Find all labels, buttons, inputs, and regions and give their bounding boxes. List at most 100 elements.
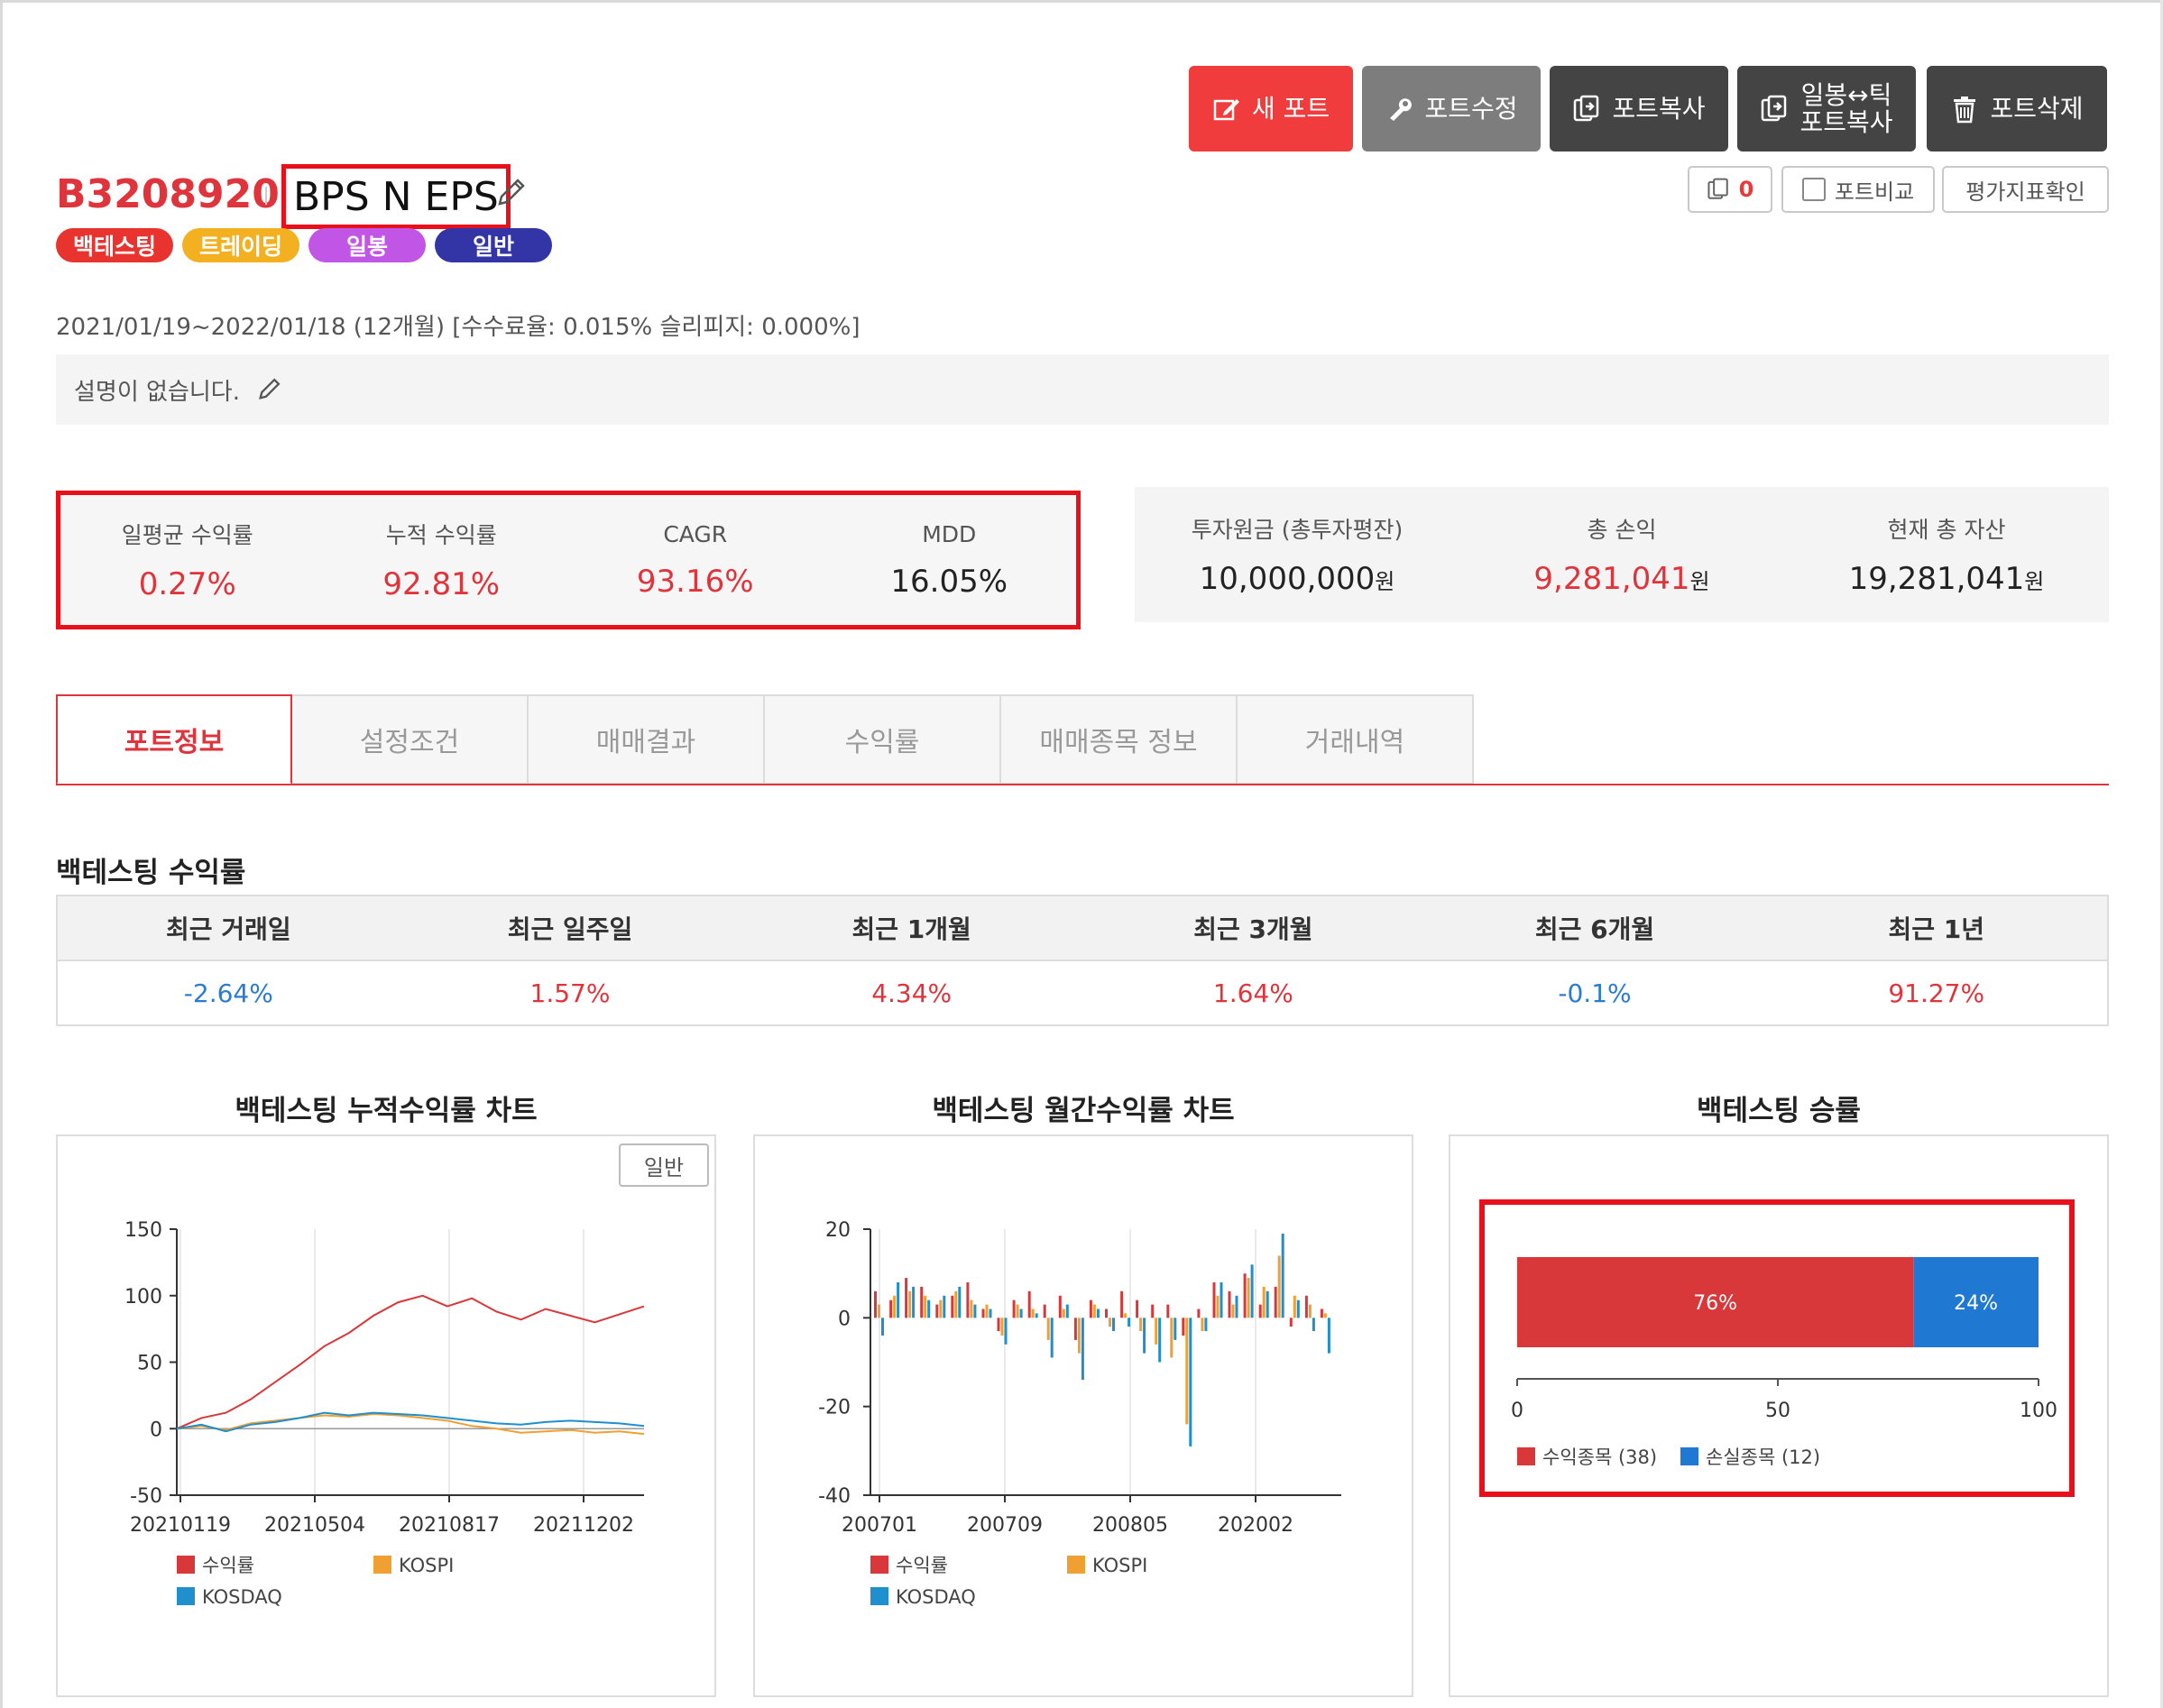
copy-port-label: 포트복사 — [1612, 93, 1706, 124]
value-cell: -2.64% — [183, 978, 273, 1008]
tab-stock-info[interactable]: 매매종목 정보 — [1001, 694, 1238, 785]
stat-value: 9,281,041 — [1533, 561, 1690, 597]
monthly-chart: 200701 200709 200805 202002 20 0 -20 -40 수익률 KOSP… — [818, 1219, 1341, 1608]
badge-list: 백테스팅 트레이딩 일봉 일반 — [56, 228, 552, 262]
bar — [1128, 1318, 1131, 1327]
stat-total-pnl: 총 손익 9,281,041원 — [1459, 487, 1784, 622]
bar — [1027, 1290, 1031, 1318]
bar — [1170, 1318, 1174, 1358]
performance-stats: 일평균 수익률 0.27% 누적 수익률 92.81% CAGR 93.16% … — [56, 491, 1081, 629]
delete-port-label: 포트삭제 — [1990, 93, 2084, 124]
pencil-icon[interactable] — [256, 377, 281, 402]
compare-checkbox[interactable] — [1801, 178, 1826, 201]
x-tick-label: 0 — [1511, 1400, 1523, 1422]
returns-value-row: -2.64% 1.57% 4.34% 1.64% -0.1% 91.27% — [58, 961, 2107, 1024]
edit-port-button[interactable]: 포트수정 — [1362, 66, 1541, 152]
legend-swatch — [1517, 1447, 1535, 1465]
tab-history[interactable]: 거래내역 — [1238, 694, 1474, 785]
segment-label: 76% — [1693, 1292, 1737, 1315]
y-tick-label: -20 — [818, 1397, 851, 1419]
bar — [1019, 1309, 1023, 1318]
bar — [1327, 1318, 1330, 1354]
stat-value: 0.27% — [138, 566, 236, 602]
bar — [927, 1299, 931, 1318]
tab-bar: 포트정보 설정조건 매매결과 수익률 매매종목 정보 거래내역 — [56, 694, 1474, 785]
stat-unit: 원 — [1689, 569, 1710, 594]
metrics-check-button[interactable]: 평가지표확인 — [1942, 166, 2109, 213]
wrench-icon — [1390, 97, 1413, 121]
legend-swatch — [870, 1587, 888, 1605]
value-cell: 91.27% — [1888, 978, 1985, 1008]
daytick-label-line2: 포트복사 — [1799, 106, 1893, 137]
bar — [951, 1295, 954, 1318]
bar — [920, 1286, 924, 1318]
bar — [1281, 1233, 1284, 1318]
legend-label: KOSDAQ — [202, 1586, 282, 1608]
delete-port-button[interactable]: 포트삭제 — [1927, 66, 2107, 152]
bar — [1304, 1295, 1308, 1318]
y-tick-label: 150 — [124, 1219, 162, 1242]
header-cell: 최근 일주일 — [507, 914, 633, 944]
tab-returns[interactable]: 수익률 — [765, 694, 1001, 785]
bar — [1092, 1304, 1096, 1318]
x-tick-label: 50 — [1765, 1400, 1790, 1422]
stat-label: CAGR — [663, 520, 728, 547]
copy-count-button[interactable]: 0 — [1688, 166, 1772, 213]
header-cell: 최근 6개월 — [1534, 914, 1655, 944]
bar — [958, 1286, 962, 1318]
chart-mode-button[interactable]: 일반 — [619, 1143, 709, 1187]
daytick-copy-button[interactable]: 일봉↔틱 포트복사 — [1737, 66, 1916, 152]
stat-value: 10,000,000 — [1199, 561, 1376, 597]
header-cell: 최근 3개월 — [1193, 914, 1313, 944]
copy-count: 0 — [1738, 177, 1754, 202]
bar — [1065, 1304, 1069, 1318]
bar — [935, 1304, 939, 1318]
bar — [1308, 1304, 1312, 1318]
value-cell: -0.1% — [1558, 978, 1632, 1008]
edit-port-label: 포트수정 — [1424, 93, 1518, 124]
compare-label: 포트비교 — [1834, 179, 1915, 205]
stat-daily-avg: 일평균 수익률 0.27% — [60, 495, 315, 625]
y-tick-label: 20 — [825, 1219, 851, 1242]
bar — [1120, 1290, 1124, 1318]
bar — [1151, 1304, 1155, 1318]
copy-port-button[interactable]: 포트복사 — [1550, 66, 1728, 152]
bar — [954, 1290, 958, 1318]
bar — [970, 1299, 973, 1318]
winrate-chart: 76% 24% 0 50 100 수익종목 (38) 손실종목 (12) — [1511, 1257, 2057, 1468]
bar — [1274, 1286, 1277, 1318]
bar — [1262, 1286, 1266, 1318]
stat-label: MDD — [922, 520, 977, 547]
new-port-label: 새 포트 — [1251, 93, 1330, 124]
value-cell: 4.34% — [871, 978, 953, 1008]
tab-port-info[interactable]: 포트정보 — [56, 694, 292, 785]
x-tick-label: 202002 — [1218, 1514, 1293, 1537]
legend-label: KOSPI — [1092, 1555, 1147, 1576]
stat-label: 현재 총 자산 — [1887, 517, 2006, 543]
bar — [1016, 1304, 1019, 1318]
edit-square-icon — [1213, 98, 1239, 120]
metrics-label: 평가지표확인 — [1965, 179, 2085, 205]
tab-settings[interactable]: 설정조건 — [292, 694, 529, 785]
bar — [924, 1295, 927, 1318]
new-port-button[interactable]: 새 포트 — [1189, 66, 1353, 152]
badge-general: 일반 — [435, 228, 552, 262]
badge-trading: 트레이딩 — [182, 228, 299, 262]
bar — [1197, 1309, 1201, 1318]
title-divider — [265, 187, 267, 205]
bar — [874, 1290, 877, 1318]
badge-backtest: 백테스팅 — [56, 228, 173, 262]
pencil-icon[interactable] — [494, 177, 527, 209]
window-top-border — [0, 0, 2163, 3]
x-tick-label: 20210119 — [130, 1514, 231, 1537]
bar — [1004, 1318, 1008, 1345]
compare-port-button[interactable]: 포트비교 — [1781, 166, 1935, 213]
bar — [1000, 1318, 1004, 1336]
stat-cumulative: 누적 수익률 92.81% — [315, 495, 569, 625]
bar — [1323, 1313, 1327, 1318]
bar — [1073, 1318, 1077, 1340]
bar — [1201, 1318, 1204, 1331]
tab-trade-result[interactable]: 매매결과 — [529, 694, 765, 785]
stat-label: 총 손익 — [1587, 517, 1657, 543]
bar — [1166, 1304, 1170, 1318]
